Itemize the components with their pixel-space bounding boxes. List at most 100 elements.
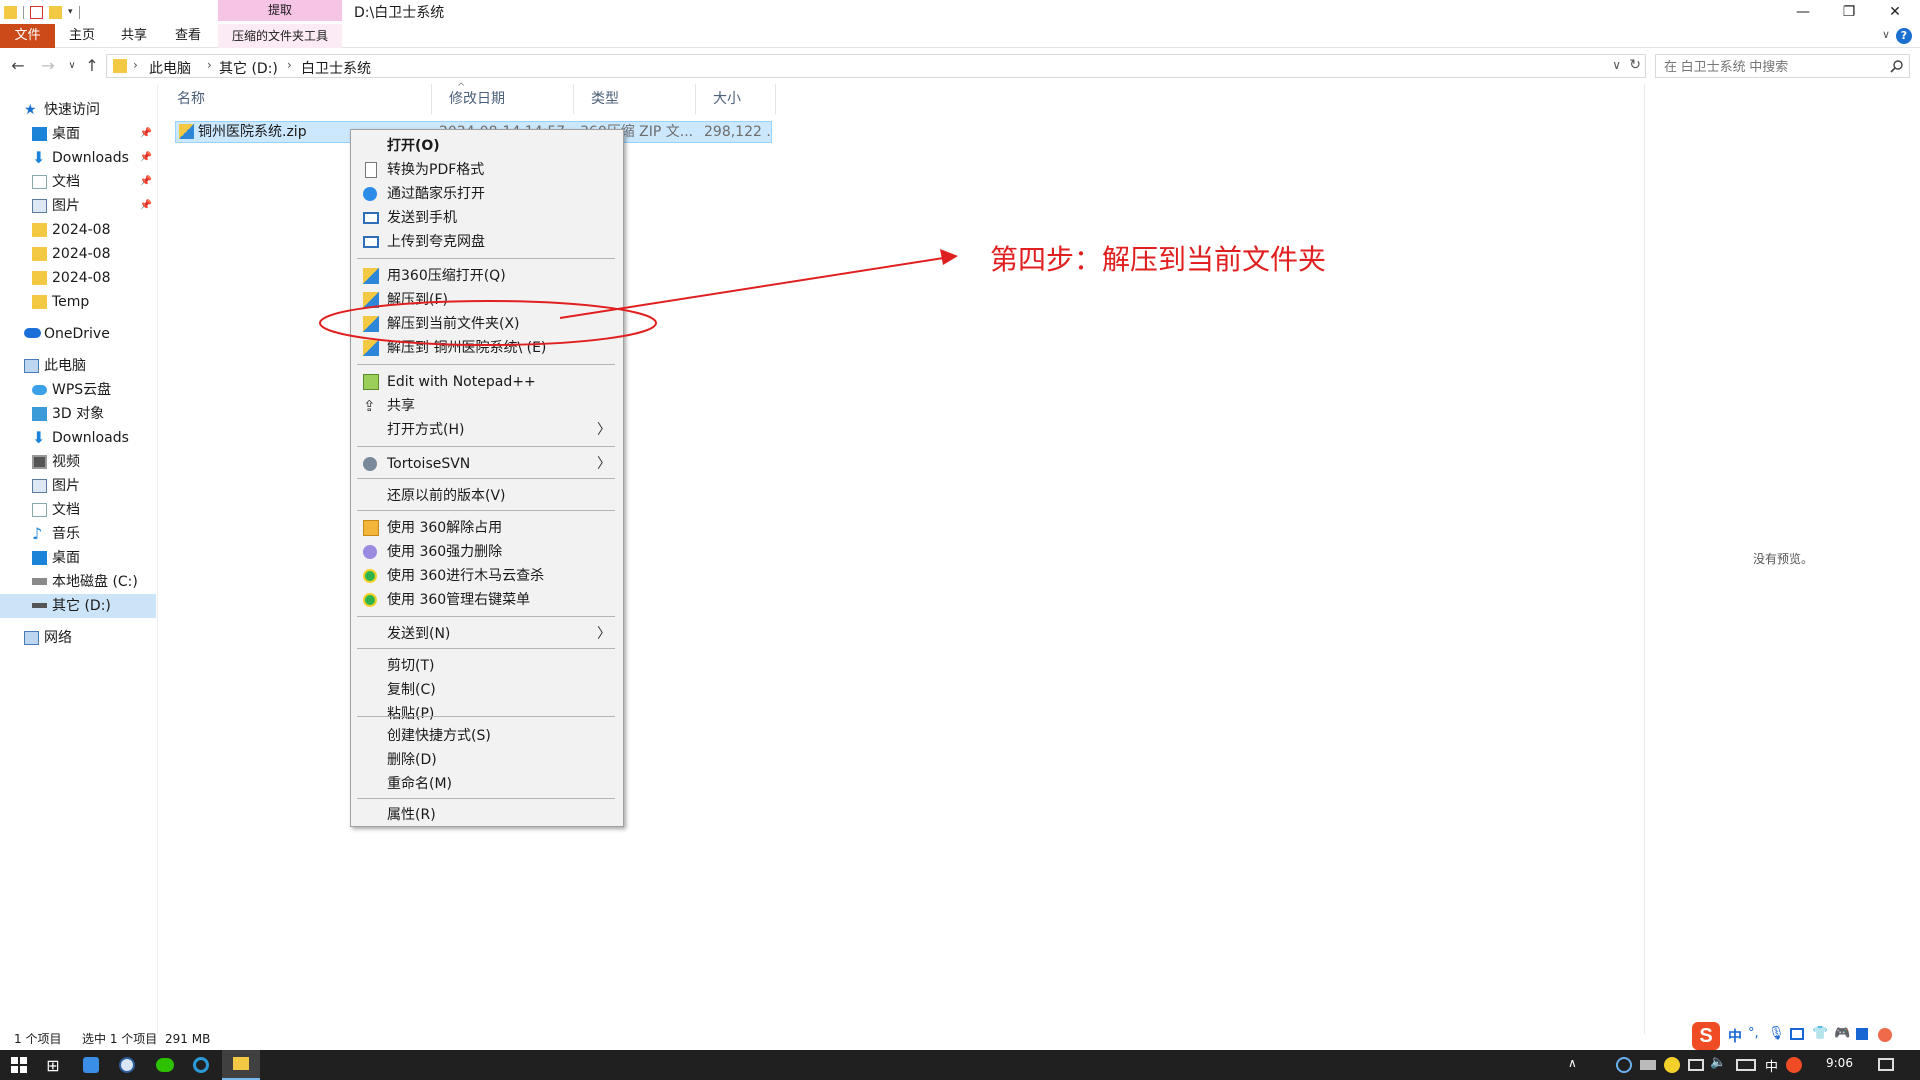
column-type[interactable]: 类型	[574, 84, 696, 114]
menu-item-360-manage-menu[interactable]: 使用 360管理右键菜单	[353, 588, 621, 612]
chevron-right-icon[interactable]: ›	[133, 58, 138, 72]
address-bar[interactable]: › 此电脑 › 其它 (D:) › 白卫士系统 ∨ ↻	[106, 54, 1646, 78]
nav-item-temp[interactable]: Temp	[0, 290, 156, 314]
pin-icon[interactable]: 📌	[140, 146, 152, 170]
sogou-tray-icon[interactable]	[1786, 1057, 1802, 1073]
menu-item-rename[interactable]: 重命名(M)	[353, 772, 621, 796]
menu-item-delete[interactable]: 删除(D)	[353, 748, 621, 772]
tab-share[interactable]: 共享	[112, 24, 156, 48]
ime-settings-icon[interactable]	[1878, 1028, 1892, 1042]
menu-item-360-unlock[interactable]: 使用 360解除占用	[353, 516, 621, 540]
menu-item-properties[interactable]: 属性(R)	[353, 803, 621, 827]
up-button[interactable]: ↑	[82, 56, 102, 76]
back-button[interactable]: ←	[8, 56, 28, 76]
column-name[interactable]: 名称	[160, 84, 432, 114]
menu-item-open-360zip[interactable]: 用360压缩打开(Q)	[353, 264, 621, 288]
column-date-modified[interactable]: 修改日期	[432, 84, 574, 114]
menu-item-cut[interactable]: 剪切(T)	[353, 654, 621, 678]
menu-item-extract-here[interactable]: 解压到当前文件夹(X)	[353, 312, 621, 336]
menu-item-tortoisesvn[interactable]: TortoiseSVN 〉	[353, 452, 621, 476]
nav-item-pictures[interactable]: 图片 📌	[0, 194, 156, 218]
wechat-icon[interactable]	[150, 1054, 180, 1076]
folder-icon[interactable]	[4, 5, 17, 19]
menu-item-create-shortcut[interactable]: 创建快捷方式(S)	[353, 724, 621, 748]
refresh-icon[interactable]: ↻	[1629, 57, 1641, 73]
tray-search-icon[interactable]	[1616, 1057, 1632, 1073]
tray-overflow-chevron-icon[interactable]: ∧	[1568, 1056, 1577, 1070]
windows-start-icon[interactable]	[4, 1054, 34, 1076]
nav-item-music[interactable]: ♪ 音乐	[0, 522, 156, 546]
menu-item-send-to-phone[interactable]: 发送到手机	[353, 206, 621, 230]
pin-icon[interactable]: 📌	[140, 122, 152, 146]
input-language-indicator[interactable]: 中	[1765, 1056, 1778, 1075]
menu-item-360-force-delete[interactable]: 使用 360强力删除	[353, 540, 621, 564]
tab-file[interactable]: 文件	[0, 24, 55, 48]
nav-item-downloads-pc[interactable]: ⬇ Downloads	[0, 426, 156, 450]
ime-mode[interactable]: 中	[1728, 1026, 1742, 1046]
new-folder-icon[interactable]	[49, 5, 62, 19]
menu-item-open-kujiale[interactable]: 通过酷家乐打开	[353, 182, 621, 206]
nav-item-folder-2024-08[interactable]: 2024-08	[0, 218, 156, 242]
menu-item-360-trojan-scan[interactable]: 使用 360进行木马云查杀	[353, 564, 621, 588]
nav-this-pc[interactable]: 此电脑	[0, 354, 156, 378]
breadcrumb-this-pc[interactable]: 此电脑	[149, 58, 191, 78]
sogou-logo-icon[interactable]: S	[1692, 1022, 1720, 1050]
chevron-right-icon[interactable]: ›	[287, 58, 292, 72]
menu-item-share[interactable]: ⇪ 共享	[353, 394, 621, 418]
pin-icon[interactable]: 📌	[140, 194, 152, 218]
forward-button[interactable]: →	[38, 56, 58, 76]
app-settings-icon[interactable]	[76, 1054, 106, 1076]
tab-home[interactable]: 主页	[60, 24, 104, 48]
nav-item-wps-cloud[interactable]: WPS云盘	[0, 378, 156, 402]
address-history-chevron-icon[interactable]: ∨	[1612, 58, 1621, 72]
360-browser-icon[interactable]	[186, 1054, 216, 1076]
tab-view[interactable]: 查看	[166, 24, 210, 48]
skin-shirt-icon[interactable]: 👕	[1812, 1026, 1828, 1041]
nav-item-videos[interactable]: 视频	[0, 450, 156, 474]
menu-item-paste[interactable]: 粘贴(P)	[353, 702, 621, 726]
nav-item-downloads[interactable]: ⬇ Downloads 📌	[0, 146, 156, 170]
pane-divider[interactable]	[157, 84, 158, 1034]
keyboard-icon[interactable]	[1736, 1059, 1756, 1071]
menu-item-open[interactable]: 打开(O)	[353, 134, 621, 158]
properties-icon[interactable]	[30, 5, 43, 19]
menu-item-copy[interactable]: 复制(C)	[353, 678, 621, 702]
pin-icon[interactable]: 📌	[140, 170, 152, 194]
ribbon-expand-chevron-icon[interactable]: ∨	[1882, 28, 1890, 41]
nav-item-folder-2024-08[interactable]: 2024-08	[0, 242, 156, 266]
tray-360-icon[interactable]	[1664, 1057, 1680, 1073]
recent-locations-chevron-icon[interactable]: ∨	[62, 56, 82, 76]
chevron-down-icon[interactable]: ▾	[68, 7, 73, 17]
minimize-button[interactable]: —	[1780, 0, 1826, 24]
punctuation-icon[interactable]: °,	[1748, 1026, 1759, 1041]
microphone-icon[interactable]: 🎙	[1768, 1026, 1785, 1041]
nav-item-desktop[interactable]: 桌面 📌	[0, 122, 156, 146]
menu-item-extract-to-folder[interactable]: 解压到 铜州医院系统\ (E)	[353, 336, 621, 360]
nav-item-drive-c[interactable]: 本地磁盘 (C:)	[0, 570, 156, 594]
help-icon[interactable]: ?	[1896, 28, 1912, 44]
nav-item-drive-d[interactable]: 其它 (D:)	[0, 594, 156, 618]
toolbox-icon[interactable]	[1856, 1028, 1868, 1040]
nav-item-pictures-pc[interactable]: 图片	[0, 474, 156, 498]
clock[interactable]: 9:06	[1826, 1056, 1853, 1070]
menu-item-send-to[interactable]: 发送到(N) 〉	[353, 622, 621, 646]
nav-network[interactable]: 网络	[0, 626, 156, 650]
restore-button[interactable]: ❐	[1826, 0, 1872, 24]
chevron-right-icon[interactable]: ›	[207, 58, 212, 72]
close-button[interactable]: ✕	[1872, 0, 1918, 24]
menu-item-extract-to[interactable]: 解压到(F)	[353, 288, 621, 312]
menu-item-restore-previous-versions[interactable]: 还原以前的版本(V)	[353, 484, 621, 508]
menu-item-upload-quark[interactable]: 上传到夸克网盘	[353, 230, 621, 254]
browser-icon[interactable]	[112, 1054, 142, 1076]
network-icon[interactable]	[1688, 1059, 1704, 1071]
nav-item-3d-objects[interactable]: 3D 对象	[0, 402, 156, 426]
keyboard-icon[interactable]	[1790, 1028, 1804, 1040]
tray-device-icon[interactable]	[1640, 1060, 1656, 1070]
nav-item-documents[interactable]: 文档 📌	[0, 170, 156, 194]
search-input[interactable]	[1656, 55, 1886, 77]
nav-item-onedrive[interactable]: OneDrive	[0, 322, 156, 346]
task-view-icon[interactable]: ⊞	[38, 1054, 68, 1076]
notification-center-icon[interactable]	[1878, 1058, 1894, 1071]
nav-quick-access[interactable]: ★ 快速访问	[0, 98, 156, 122]
gamepad-icon[interactable]: 🎮	[1834, 1026, 1850, 1041]
